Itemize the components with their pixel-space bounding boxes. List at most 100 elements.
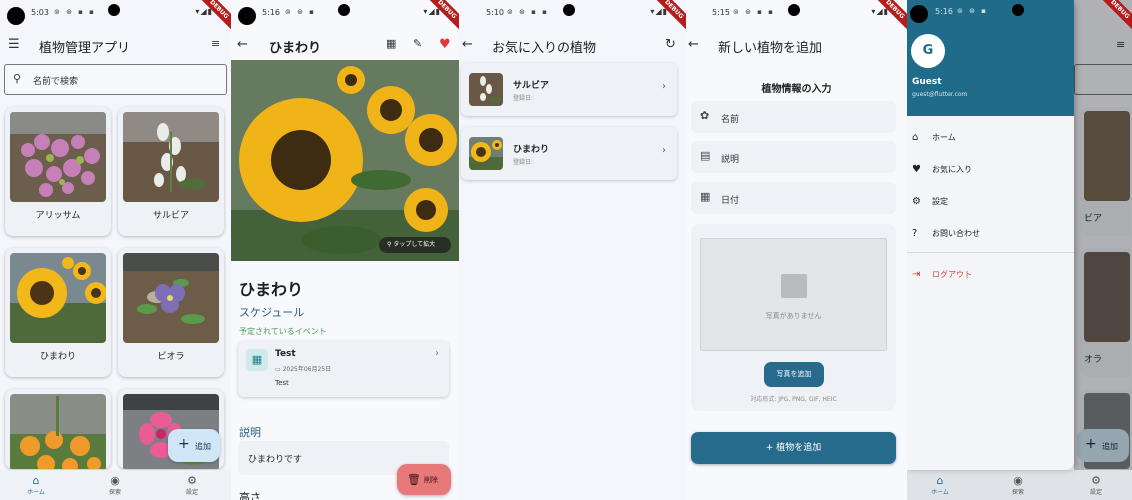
- notification-dot: [1012, 4, 1024, 16]
- nav-label: 設定: [1089, 489, 1102, 496]
- favorites-screen: 5:10 ⊚ ⊛ ▪ ▪ ▾◢▮ DEBUG ← お気に入りの植物 ↻ サルビア…: [459, 0, 686, 500]
- camera-cutout: [7, 7, 25, 25]
- plant-card[interactable]: ひまわり: [5, 248, 111, 377]
- gear-icon: ⚙: [187, 474, 197, 487]
- plant-card[interactable]: アリッサム: [5, 107, 111, 236]
- drawer-item-contact[interactable]: ? お問い合わせ: [912, 228, 980, 239]
- favorite-card[interactable]: サルビア 登録日: ›: [461, 63, 677, 116]
- calendar-icon: ▭: [275, 366, 283, 373]
- drawer-header: 5:16 ⊚ ⊛ ▪ G Guest guest@flutter.com: [907, 0, 1074, 116]
- page-title: 植物管理アプリ: [39, 41, 131, 56]
- date-field-label: 日付: [721, 196, 740, 206]
- add-plant-fab[interactable]: + 追加: [168, 429, 220, 462]
- gear-icon: ⚙: [912, 196, 921, 207]
- nav-explore[interactable]: ◉ 探索: [998, 474, 1038, 496]
- logout-icon: ⇥: [912, 269, 921, 280]
- camera-cutout: [910, 5, 928, 23]
- submit-label: 植物を追加: [776, 443, 822, 453]
- status-icons: ⊚ ⊛ ▪ ▪: [54, 8, 96, 16]
- add-plant-screen: 5:15 ⊚ ⊛ ▪ ▪ ▾◢▮ DEBUG ← 新しい植物を追加 植物情報の入…: [686, 0, 907, 500]
- event-note: Test: [275, 379, 289, 387]
- search-input[interactable]: ⚲ 名前で検索: [4, 64, 227, 95]
- plant-card[interactable]: ビオラ: [118, 248, 224, 377]
- supported-formats-text: 対応形式: JPG, PNG, GIF, HEIC: [750, 396, 837, 403]
- plant-photo: [10, 253, 106, 343]
- calendar-icon: ▦: [700, 190, 711, 203]
- event-card[interactable]: ▦ Test ▭ 2025年06月25日 Test ›: [238, 341, 449, 397]
- plant-card[interactable]: [5, 389, 111, 469]
- plant-name: ビオラ: [157, 352, 185, 362]
- page-title: 新しい植物を追加: [718, 41, 823, 56]
- app-bar: ☰ 植物管理アプリ ≡: [0, 26, 231, 62]
- submit-add-plant-button[interactable]: + 植物を追加: [691, 432, 896, 464]
- nav-label: 探索: [108, 489, 121, 496]
- calendar-icon[interactable]: ▦: [386, 37, 396, 50]
- drawer-item-label: お気に入り: [932, 165, 972, 174]
- drawer-divider: [907, 252, 1074, 253]
- plant-photo: [123, 112, 219, 202]
- back-arrow-icon[interactable]: ←: [688, 37, 699, 52]
- drawer-item-label: 設定: [932, 197, 948, 206]
- nav-home[interactable]: ⌂ ホーム: [920, 474, 960, 496]
- delete-button[interactable]: 🗑 削除: [397, 464, 451, 495]
- chevron-right-icon: ›: [662, 81, 666, 92]
- name-field[interactable]: ✿ 名前: [691, 101, 896, 133]
- sort-icon[interactable]: ≡: [211, 37, 220, 50]
- nav-label: 設定: [185, 489, 198, 496]
- heart-icon[interactable]: ♥: [439, 37, 451, 52]
- app-bar: ← ひまわり ▦ ✎ ♥: [231, 26, 459, 62]
- edit-icon[interactable]: ✎: [413, 37, 422, 50]
- plus-icon: +: [178, 436, 190, 452]
- drawer-scrim[interactable]: [1074, 0, 1132, 470]
- status-time: 5:16: [262, 8, 280, 17]
- height-heading: 高さ: [239, 491, 261, 500]
- help-icon: ?: [912, 228, 918, 239]
- nav-home[interactable]: ⌂ ホーム: [16, 474, 56, 496]
- menu-icon[interactable]: ☰: [8, 37, 20, 52]
- status-icons: ⊚ ⊛ ▪: [285, 8, 316, 16]
- add-photo-button[interactable]: 写真を追加: [764, 362, 824, 387]
- plant-thumbnail: [469, 137, 503, 170]
- notification-dot: [338, 4, 350, 16]
- date-field[interactable]: ▦ 日付: [691, 182, 896, 214]
- notification-dot: [563, 4, 575, 16]
- description-heading: 説明: [239, 426, 261, 439]
- drawer-item-logout[interactable]: ⇥ ログアウト: [912, 269, 972, 280]
- page-title: ひまわり: [269, 41, 322, 56]
- nav-settings[interactable]: ⚙ 設定: [1076, 474, 1116, 496]
- back-arrow-icon[interactable]: ←: [237, 37, 248, 52]
- photo-placeholder[interactable]: 写真がありません: [700, 238, 887, 351]
- search-placeholder: 名前で検索: [33, 77, 79, 87]
- plant-photo: [10, 112, 106, 202]
- back-arrow-icon[interactable]: ←: [462, 37, 473, 52]
- compass-icon: ◉: [1013, 474, 1023, 487]
- gear-icon: ⚙: [1091, 474, 1101, 487]
- plant-hero-photo[interactable]: [231, 60, 459, 261]
- drawer-item-favorites[interactable]: ♥ お気に入り: [912, 164, 972, 175]
- nav-explore[interactable]: ◉ 探索: [95, 474, 135, 496]
- favorite-date: 登録日:: [513, 95, 534, 102]
- zoom-hint-label: タップして拡大: [393, 241, 436, 248]
- bottom-nav: ⌂ ホーム ◉ 探索 ⚙ 設定: [0, 470, 231, 500]
- plant-photo: [123, 253, 219, 343]
- plant-card[interactable]: サルビア: [118, 107, 224, 236]
- favorite-card[interactable]: ひまわり 登録日: ›: [461, 127, 677, 180]
- plant-thumbnail: [469, 73, 503, 106]
- description-field[interactable]: ▤ 説明: [691, 141, 896, 173]
- zoom-hint-chip[interactable]: ⚲ タップして拡大: [379, 237, 451, 253]
- nav-label: 探索: [1011, 489, 1024, 496]
- drawer-item-settings[interactable]: ⚙ 設定: [912, 196, 948, 207]
- status-time: 5:15: [712, 8, 730, 17]
- drawer-item-home[interactable]: ⌂ ホーム: [912, 132, 956, 143]
- trash-icon: 🗑: [407, 473, 421, 486]
- notification-dot: [108, 4, 120, 16]
- camera-cutout: [238, 7, 256, 25]
- no-photo-text: 写真がありません: [765, 312, 822, 320]
- nav-settings[interactable]: ⚙ 設定: [172, 474, 212, 496]
- drawer-screen: ≡ ビア オラ + 追加 ⌂ ホーム ◉ 探索 ⚙ 設定 5:16 ⊚ ⊛ ▪ …: [907, 0, 1132, 500]
- status-time: 5:10: [486, 8, 504, 17]
- status-time: 5:16: [935, 7, 953, 16]
- compass-icon: ◉: [110, 474, 120, 487]
- refresh-icon[interactable]: ↻: [665, 37, 676, 52]
- page-title: お気に入りの植物: [492, 41, 597, 56]
